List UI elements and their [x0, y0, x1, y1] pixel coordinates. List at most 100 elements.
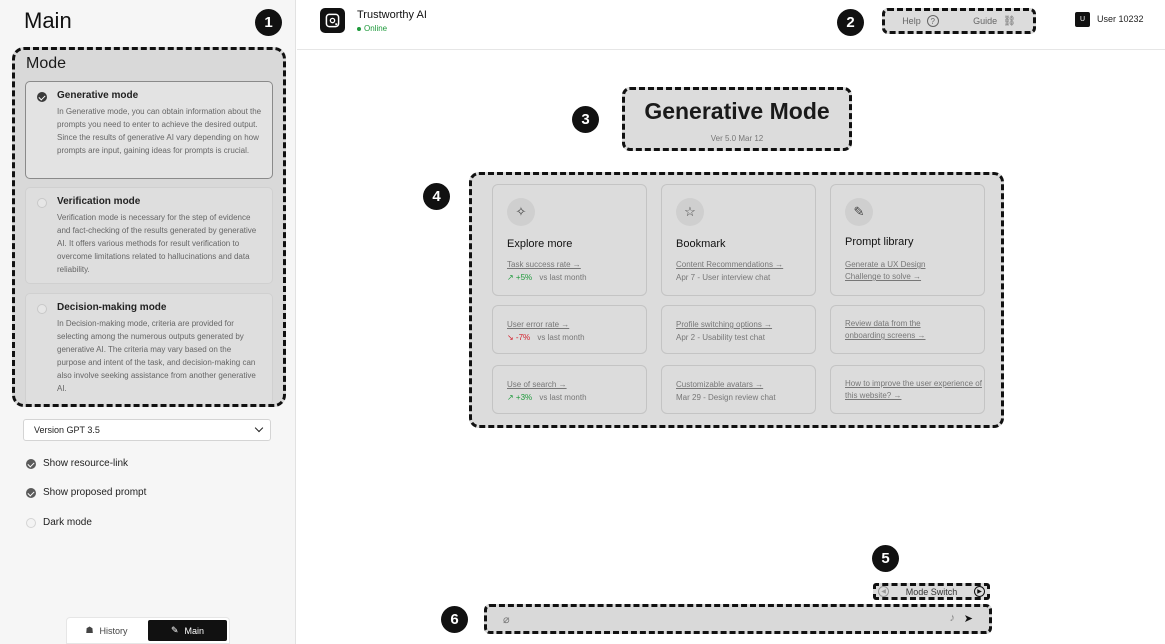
card-meta: ↗ +5% vs last month [507, 273, 587, 282]
logo-icon [320, 8, 345, 33]
annotation-badge-6: 6 [441, 606, 468, 633]
tab-label: Main [184, 625, 205, 636]
card-meta: ↗ +3% vs last month [507, 393, 587, 402]
tab-history[interactable]: ☗ History [67, 618, 146, 643]
history-icon: ☗ [85, 625, 94, 635]
sidebar: Main Mode Generative mode In Generative … [0, 0, 296, 644]
mode-option-title: Verification mode [57, 196, 141, 207]
page-title: Generative Mode [644, 98, 830, 124]
guide-button[interactable]: Guide ⛓ [973, 16, 1016, 27]
card-link[interactable]: User error rate → [507, 319, 569, 331]
trend-value: ↗ +5% [507, 273, 533, 282]
version-text: Ver 5.0 Mar 12 [710, 134, 764, 143]
card-meta: Apr 7 - User interview chat [676, 273, 771, 282]
mode-option-description: Verification mode is necessary for the s… [57, 213, 257, 274]
checked-radio-icon [37, 92, 47, 102]
mode-heading: Mode [26, 55, 67, 72]
trend-text: vs last month [539, 393, 587, 402]
microphone-icon[interactable]: ♪ [950, 612, 956, 624]
avatar[interactable]: U [1075, 12, 1090, 27]
annotation-badge-4: 4 [423, 183, 450, 210]
mode-switch-prev-button[interactable]: ◀ [878, 586, 889, 597]
user-name[interactable]: User 10232 [1097, 14, 1144, 24]
card-title: Explore more [507, 238, 573, 250]
send-icon[interactable]: ➤ [964, 612, 973, 625]
annotation-badge-2: 2 [837, 9, 864, 36]
chat-icon: ✎ [170, 625, 179, 635]
mode-option-title: Decision-making mode [57, 302, 167, 313]
status-label: Online [364, 24, 388, 33]
tab-label: History [99, 625, 128, 636]
suggestion-grid: ✧ Explore more Task success rate → ↗ +5%… [469, 172, 1004, 428]
card-prompt-library[interactable]: ✎ Prompt library Generate a UX Design Ch… [830, 184, 985, 296]
paperclip-icon[interactable]: ⌀ [503, 613, 510, 626]
card-meta: Apr 2 - Usability test chat [676, 333, 765, 342]
mode-title-box: Generative Mode Ver 5.0 Mar 12 [622, 87, 852, 151]
bottom-tabs: ☗ History ✎ Main [66, 617, 230, 644]
checked-checkbox-icon [26, 458, 36, 469]
card-link[interactable]: Customizable avatars → [676, 379, 763, 391]
annotation-badge-1: 1 [255, 9, 282, 36]
card-bookmark[interactable]: ☆ Bookmark Content Recommendations → Apr… [661, 184, 816, 296]
card-user-error-rate[interactable]: User error rate → ↘ -7% vs last month [492, 305, 647, 354]
option-show-resource-link[interactable]: Show resource-link [26, 458, 128, 469]
mode-option-description: In Generative mode, you can obtain infor… [57, 107, 262, 155]
option-label: Dark mode [43, 517, 92, 528]
option-show-proposed-prompt[interactable]: Show proposed prompt [26, 487, 146, 498]
unchecked-radio-icon [37, 198, 47, 208]
mode-switch: ◀ Mode Switch ▶ [873, 583, 990, 600]
card-customizable-avatars[interactable]: Customizable avatars → Mar 29 - Design r… [661, 365, 816, 414]
app-root: Main Mode Generative mode In Generative … [0, 0, 1165, 644]
trend-text: vs last month [539, 273, 587, 282]
version-select[interactable]: Version GPT 3.5 [23, 419, 271, 441]
unchecked-radio-icon [37, 304, 47, 314]
chat-input[interactable]: ⌀ ♪ ➤ [484, 604, 992, 634]
help-guide-group: Help ? Guide ⛓ [882, 8, 1036, 34]
help-label: Help [902, 16, 921, 26]
mode-option-title: Generative mode [57, 90, 139, 101]
app-name: Trustworthy AI [357, 9, 427, 21]
help-button[interactable]: Help ? [902, 15, 939, 27]
mode-switch-next-button[interactable]: ▶ [974, 586, 985, 597]
trend-text: vs last month [537, 333, 585, 342]
card-link[interactable]: Generate a UX Design Challenge to solve … [845, 259, 955, 283]
option-label: Show resource-link [43, 458, 129, 469]
top-bar: Trustworthy AI Online Help ? Guide ⛓ U U… [297, 0, 1165, 50]
card-title: Bookmark [676, 238, 726, 250]
guide-label: Guide [973, 16, 998, 26]
sparkle-icon: ✧ [507, 198, 535, 226]
card-link[interactable]: Content Recommendations → [676, 259, 783, 271]
card-review-onboarding[interactable]: Review data from the onboarding screens … [830, 305, 985, 354]
mode-switch-label: Mode Switch [905, 586, 958, 597]
card-link[interactable]: Review data from the onboarding screens … [845, 318, 955, 342]
annotation-badge-5: 5 [872, 545, 899, 572]
card-link[interactable]: Use of search → [507, 379, 567, 391]
card-title: Prompt library [845, 236, 914, 248]
mode-option-generative[interactable]: Generative mode In Generative mode, you … [25, 81, 273, 179]
online-dot-icon [357, 26, 361, 31]
card-explore-more[interactable]: ✧ Explore more Task success rate → ↗ +5%… [492, 184, 647, 296]
chevron-down-icon [254, 423, 264, 433]
tab-main[interactable]: ✎ Main [148, 620, 227, 641]
card-improve-ux[interactable]: How to improve the user experience of th… [830, 365, 985, 414]
mode-option-description: In Decision-making mode, criteria are pr… [57, 319, 256, 393]
option-dark-mode[interactable]: Dark mode [26, 517, 92, 528]
question-icon: ? [926, 15, 939, 27]
checked-checkbox-icon [26, 487, 36, 498]
version-select-value: Version GPT 3.5 [34, 425, 100, 435]
card-link[interactable]: Profile switching options → [676, 319, 772, 331]
card-link[interactable]: Task success rate → [507, 259, 581, 271]
card-meta: Mar 29 - Design review chat [676, 393, 776, 402]
card-use-of-search[interactable]: Use of search → ↗ +3% vs last month [492, 365, 647, 414]
card-meta: ↘ -7% vs last month [507, 333, 585, 342]
card-link[interactable]: How to improve the user experience of th… [845, 378, 985, 402]
star-icon: ☆ [676, 198, 704, 226]
mode-option-decision-making[interactable]: Decision-making mode In Decision-making … [25, 293, 273, 404]
mode-option-verification[interactable]: Verification mode Verification mode is n… [25, 187, 273, 284]
trend-value: ↗ +3% [507, 393, 533, 402]
annotation-badge-3: 3 [572, 106, 599, 133]
sidebar-title: Main [24, 8, 72, 33]
trend-value: ↘ -7% [507, 333, 531, 342]
card-profile-switching[interactable]: Profile switching options → Apr 2 - Usab… [661, 305, 816, 354]
option-label: Show proposed prompt [43, 487, 147, 498]
